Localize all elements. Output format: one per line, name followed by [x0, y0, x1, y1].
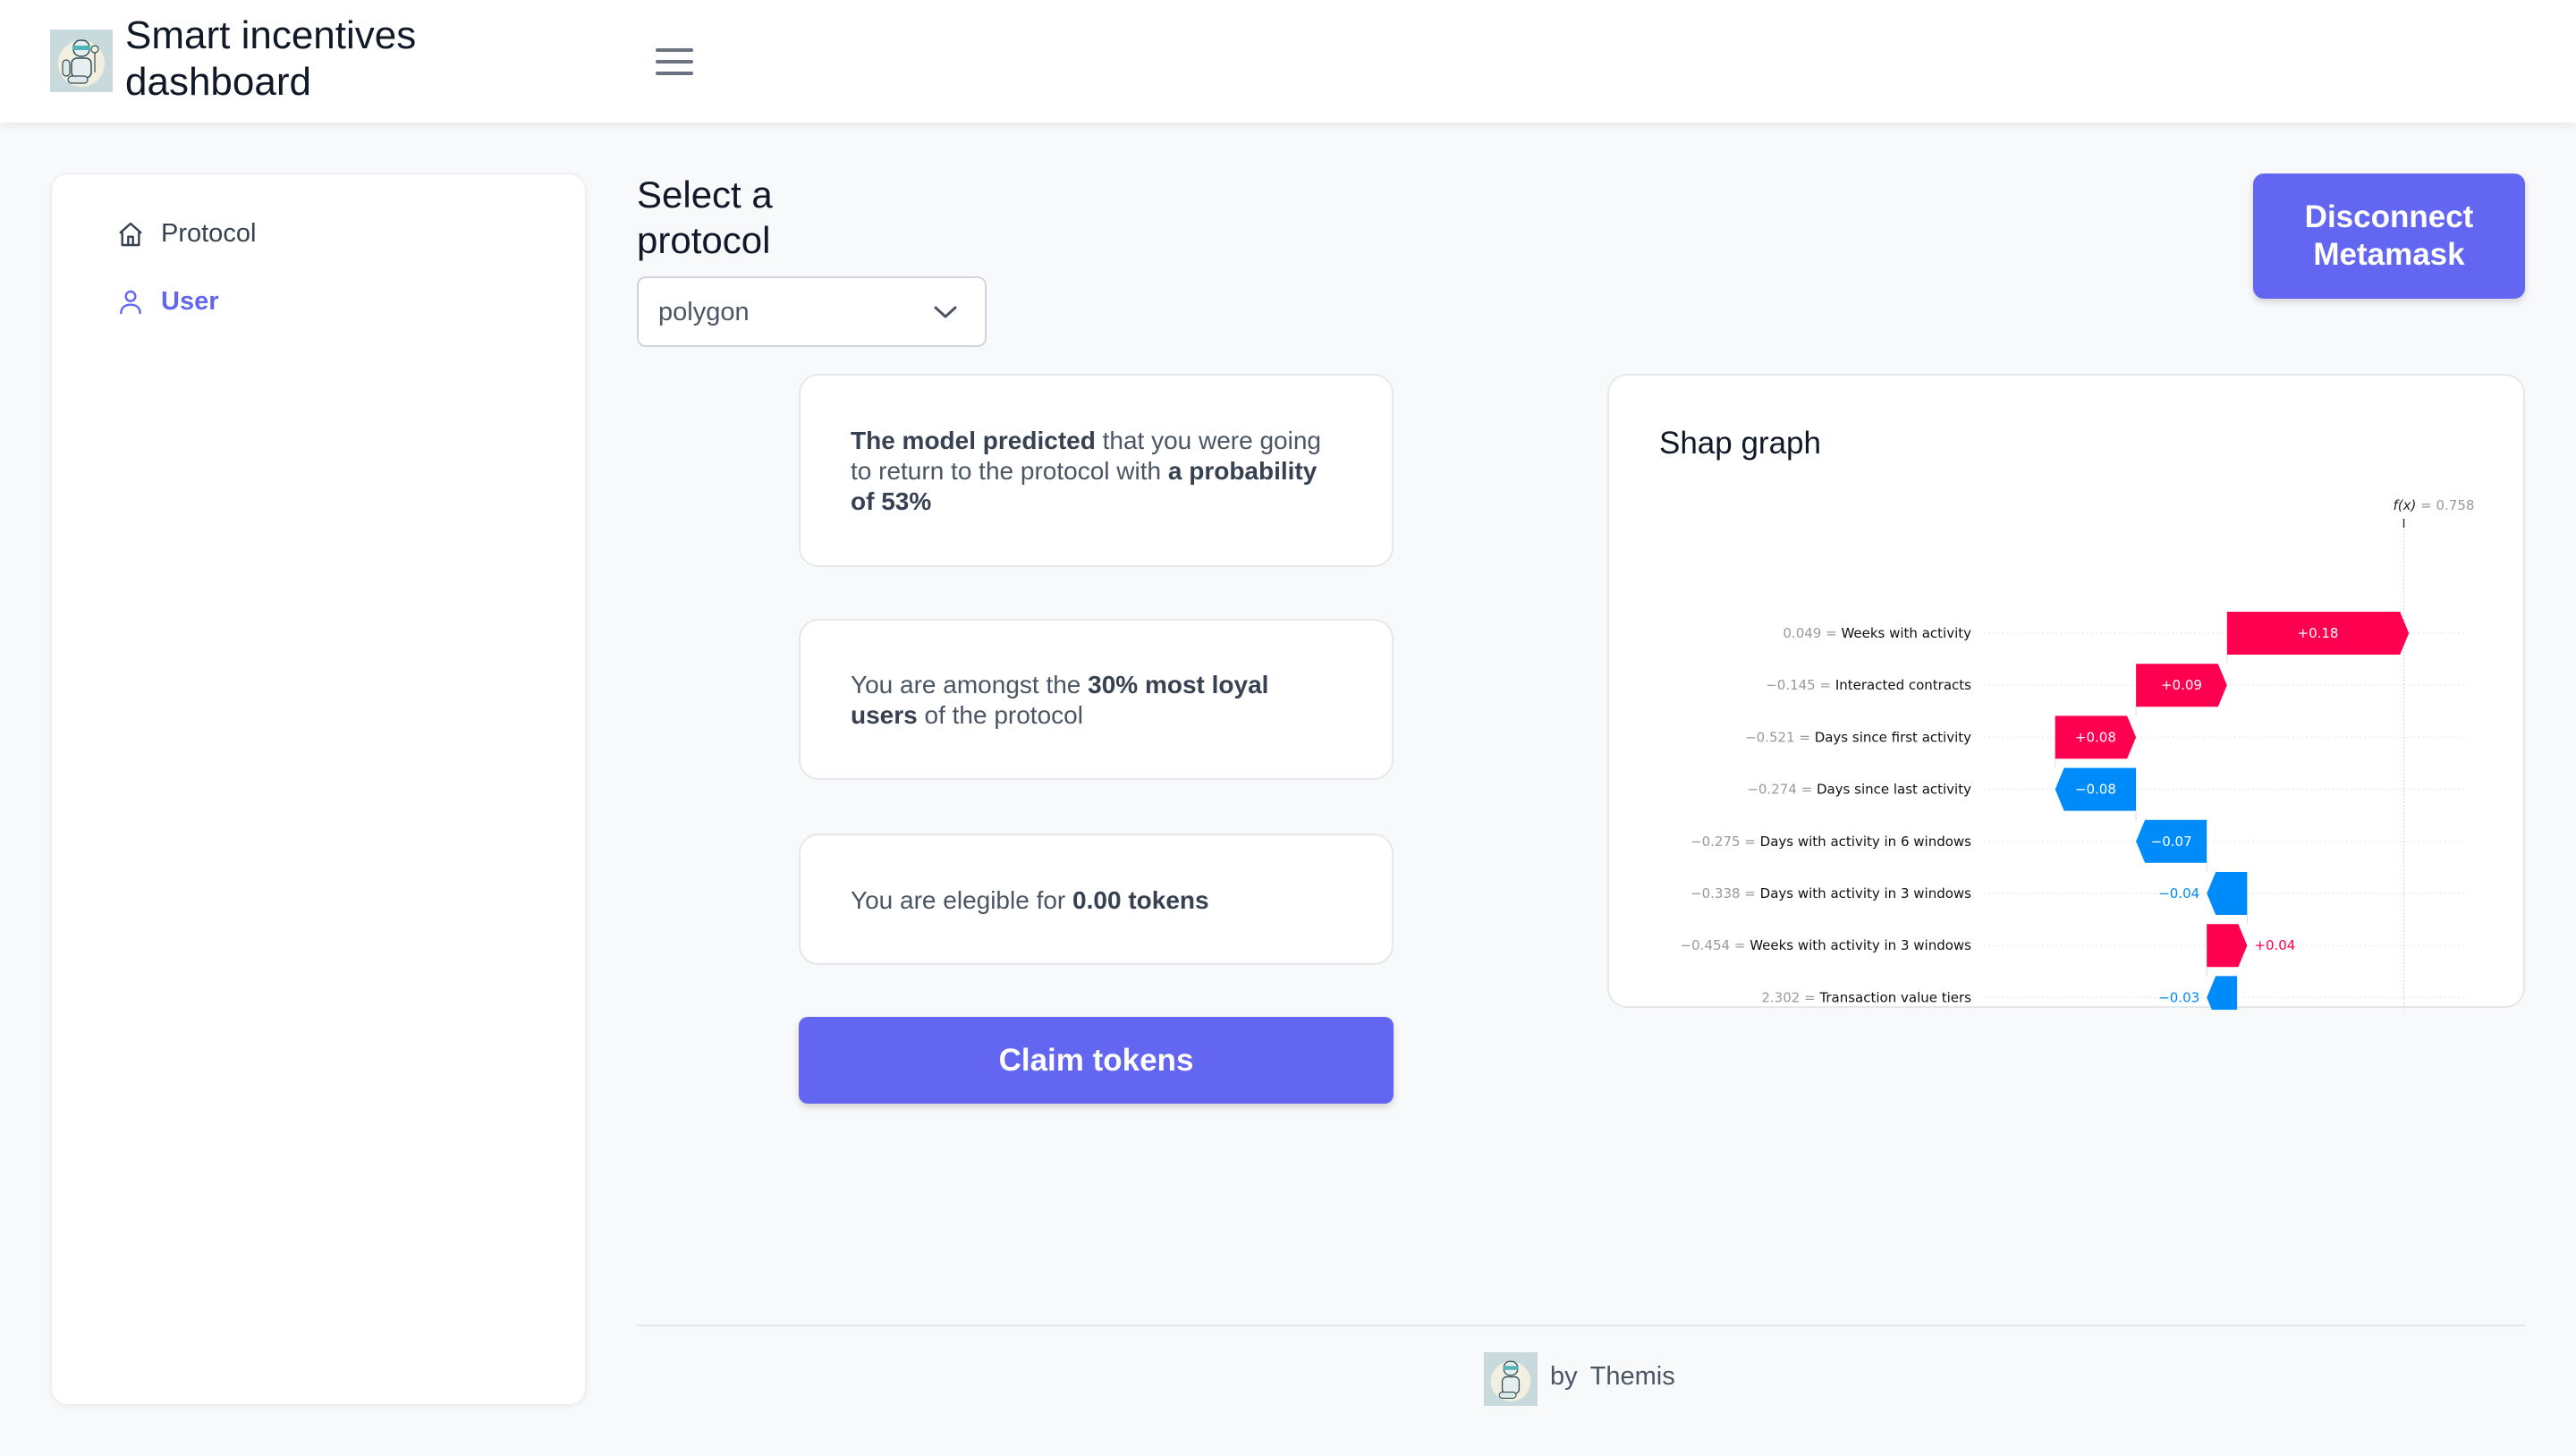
- loyalty-text-2: of the protocol: [917, 701, 1083, 729]
- shap-bar-label: +0.09: [2161, 677, 2202, 693]
- shap-bar: [2207, 976, 2238, 1010]
- hamburger-icon-bar: [656, 48, 693, 52]
- shap-bar: [2207, 872, 2248, 915]
- disconnect-label-line2: Metamask: [2313, 237, 2465, 272]
- feature-label: −0.454 = Weeks with activity in 3 window…: [1681, 937, 1972, 953]
- sidebar-item-protocol[interactable]: Protocol: [116, 219, 256, 249]
- feature-label: −0.274 = Days since last activity: [1747, 782, 1971, 798]
- shap-bar-label: +0.08: [2075, 729, 2116, 745]
- shap-waterfall-chart: f(x) = 0.758 +0.18 0.049 = Weeks with acti…: [1681, 497, 2475, 1010]
- sidebar-item-label: User: [161, 287, 219, 316]
- shap-bar-label: −0.08: [2075, 782, 2116, 798]
- hamburger-menu-button[interactable]: [651, 43, 698, 80]
- shap-bar: [2207, 924, 2248, 968]
- select-protocol-label: Select a protocol: [637, 172, 773, 263]
- loyalty-card: You are amongst the 30% most loyal users…: [799, 619, 1394, 780]
- shap-bar-label: −0.07: [2151, 834, 2192, 850]
- tokens-card: You are elegible for 0.00 tokens: [799, 834, 1394, 965]
- robot-justice-logo-icon: [58, 39, 105, 87]
- feature-label: −0.145 = Interacted contracts: [1766, 677, 1971, 693]
- sidebar-item-label: Protocol: [161, 219, 257, 248]
- chevron-down-icon: [934, 306, 957, 318]
- shap-bar-label: −0.03: [2158, 989, 2199, 1005]
- select-label-line2: protocol: [637, 219, 771, 261]
- loyalty-text: You are amongst the 30% most loyal users…: [851, 670, 1342, 731]
- disconnect-metamask-button[interactable]: Disconnect Metamask: [2253, 174, 2525, 299]
- sidebar-item-user[interactable]: User: [116, 287, 219, 317]
- footer-brand: Themis: [1589, 1362, 1675, 1391]
- top-header: Smart incentives dashboard: [0, 0, 2576, 123]
- tokens-text: You are elegible for 0.00 tokens: [851, 885, 1342, 916]
- home-icon: [119, 222, 142, 246]
- footer-divider: [637, 1325, 2525, 1326]
- tokens-text-1: You are elegible for: [851, 886, 1073, 914]
- feature-label: 2.302 = Transaction value tiers: [1761, 989, 1971, 1005]
- shap-graph-card: Shap graph f(x) = 0.758 +0.18 0.049 = Week…: [1607, 374, 2525, 1010]
- shap-bar-label: −0.04: [2158, 885, 2199, 902]
- robot-justice-logo-icon: [1490, 1360, 1531, 1401]
- footer-credit: by Themis: [1550, 1362, 1675, 1392]
- feature-label: −0.521 = Days since first activity: [1745, 729, 1971, 745]
- disconnect-label-line1: Disconnect: [2304, 199, 2474, 234]
- feature-label: −0.275 = Days with activity in 6 windows: [1690, 834, 1971, 850]
- loyalty-text-1: You are amongst the: [851, 671, 1089, 698]
- app-title-line2: dashboard: [125, 60, 311, 104]
- hamburger-icon-bar: [656, 72, 693, 75]
- prediction-text: The model predicted that you were going …: [851, 426, 1342, 517]
- app-title-line1: Smart incentives: [125, 13, 417, 57]
- prediction-card: The model predicted that you were going …: [799, 374, 1394, 567]
- feature-label: 0.049 = Weeks with activity: [1783, 625, 1971, 641]
- output-value-label: f(x) = 0.758: [2394, 497, 2475, 513]
- prediction-bold-1: The model predicted: [851, 427, 1096, 454]
- select-label-line1: Select a: [637, 174, 773, 216]
- hamburger-icon-bar: [656, 60, 693, 63]
- feature-label: −0.338 = Days with activity in 3 windows: [1690, 885, 1971, 902]
- sidebar: Protocol User: [50, 173, 587, 1406]
- app-title: Smart incentives dashboard: [125, 13, 416, 106]
- claim-tokens-button[interactable]: Claim tokens: [799, 1017, 1394, 1104]
- protocol-select[interactable]: polygon: [637, 276, 987, 347]
- protocol-select-value: polygon: [658, 298, 750, 326]
- user-icon: [120, 290, 141, 314]
- tokens-amount: 0.00 tokens: [1072, 886, 1209, 914]
- shap-bar-label: +0.04: [2254, 937, 2295, 953]
- shap-bar-label: +0.18: [2298, 625, 2339, 641]
- footer-by: by: [1550, 1362, 1578, 1391]
- footer-logo: [1484, 1352, 1538, 1406]
- app-logo: [50, 30, 113, 92]
